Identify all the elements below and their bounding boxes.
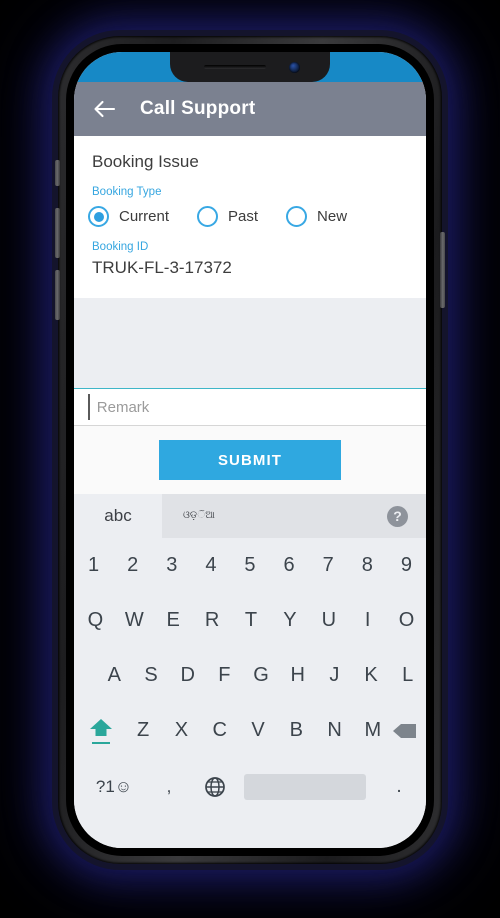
key-d[interactable]: D <box>169 664 206 687</box>
radio-label-past: Past <box>228 208 259 225</box>
keyboard-tab-odia-line1: ଓଡ଼ <box>183 509 198 521</box>
support-form: Booking Issue Booking Type Current Past … <box>74 136 426 298</box>
keyboard-row-top: Q W E R T Y U I O <box>74 593 426 648</box>
period-key[interactable]: . <box>372 776 426 798</box>
radio-option-current[interactable]: Current <box>88 206 169 227</box>
key-z[interactable]: Z <box>124 719 162 742</box>
key-5[interactable]: 5 <box>230 554 269 577</box>
on-screen-keyboard: abc ଓଡ଼ ିଆ ? 1 2 3 4 5 6 7 8 9 Q W E R T… <box>74 494 426 848</box>
key-k[interactable]: K <box>353 664 390 687</box>
submit-button[interactable]: SUBMIT <box>159 440 341 480</box>
key-3[interactable]: 3 <box>152 554 191 577</box>
radio-option-past[interactable]: Past <box>197 206 258 227</box>
key-w[interactable]: W <box>115 609 154 632</box>
key-i[interactable]: I <box>348 609 387 632</box>
key-b[interactable]: B <box>277 719 315 742</box>
submit-area: SUBMIT <box>74 426 426 494</box>
back-arrow-icon[interactable] <box>92 96 118 122</box>
power-button[interactable] <box>440 232 445 308</box>
booking-id-value: TRUK-FL-3-17372 <box>92 258 232 277</box>
key-h[interactable]: H <box>279 664 316 687</box>
key-x[interactable]: X <box>162 719 200 742</box>
radio-icon-current[interactable] <box>88 206 109 227</box>
key-4[interactable]: 4 <box>191 554 230 577</box>
space-key[interactable] <box>244 774 366 800</box>
page-title: Call Support <box>140 98 256 119</box>
radio-icon-past[interactable] <box>197 206 219 227</box>
key-e[interactable]: E <box>154 609 193 632</box>
keyboard-tab-odia[interactable]: ଓଡ଼ ିଆ <box>162 494 236 538</box>
silent-switch[interactable] <box>55 160 60 186</box>
booking-type-label: Booking Type <box>92 186 162 198</box>
backspace-icon[interactable] <box>392 721 426 741</box>
symbols-key[interactable]: ?1☺ <box>74 777 146 797</box>
radio-label-current: Current <box>119 208 170 225</box>
key-y[interactable]: Y <box>270 609 309 632</box>
key-o[interactable]: O <box>387 609 426 632</box>
key-n[interactable]: N <box>315 719 353 742</box>
comma-key[interactable]: , <box>146 777 192 797</box>
radio-label-new: New <box>317 208 348 225</box>
keyboard-toolbar: abc ଓଡ଼ ିଆ ? <box>74 494 426 538</box>
key-a[interactable]: A <box>96 664 133 687</box>
keyboard-row-function: ?1☺ , . <box>74 758 426 816</box>
globe-language-icon[interactable] <box>192 776 238 798</box>
shift-caps-icon[interactable] <box>78 717 124 745</box>
key-s[interactable]: S <box>133 664 170 687</box>
keyboard-row-numbers: 1 2 3 4 5 6 7 8 9 <box>74 538 426 593</box>
key-7[interactable]: 7 <box>309 554 348 577</box>
key-8[interactable]: 8 <box>348 554 387 577</box>
screenshot-root: Call Support Booking Issue Booking Type … <box>0 0 500 918</box>
section-title: Booking Issue <box>92 152 199 171</box>
key-c[interactable]: C <box>201 719 239 742</box>
remark-placeholder: Remark <box>96 398 150 416</box>
caps-lock-bar <box>92 741 110 745</box>
key-g[interactable]: G <box>243 664 280 687</box>
key-1[interactable]: 1 <box>74 554 113 577</box>
key-l[interactable]: L <box>389 664 426 687</box>
key-v[interactable]: V <box>239 719 277 742</box>
key-f[interactable]: F <box>206 664 243 687</box>
front-camera-icon <box>289 62 300 73</box>
radio-option-new[interactable]: New <box>286 206 347 227</box>
keyboard-row-bottom: Z X C V B N M <box>74 703 426 758</box>
booking-id-label: Booking ID <box>92 241 149 253</box>
keyboard-tab-odia-line2: ିଆ <box>197 509 215 521</box>
earpiece-speaker-icon <box>204 65 266 69</box>
radio-icon-new[interactable] <box>286 206 308 227</box>
volume-up-button[interactable] <box>55 208 60 258</box>
phone-screen: Call Support Booking Issue Booking Type … <box>74 52 426 848</box>
notch <box>170 52 330 82</box>
key-m[interactable]: M <box>354 719 392 742</box>
key-r[interactable]: R <box>193 609 232 632</box>
booking-type-radio-group: Current Past New <box>74 198 426 229</box>
app-bar: Call Support <box>74 82 426 136</box>
key-9[interactable]: 9 <box>387 554 426 577</box>
key-q[interactable]: Q <box>76 609 115 632</box>
help-icon[interactable]: ? <box>387 505 408 527</box>
key-2[interactable]: 2 <box>113 554 152 577</box>
text-caret <box>88 394 90 420</box>
remark-input[interactable]: Remark <box>74 388 426 426</box>
key-j[interactable]: J <box>316 664 353 687</box>
keyboard-tab-latin[interactable]: abc <box>74 494 162 538</box>
key-6[interactable]: 6 <box>270 554 309 577</box>
key-u[interactable]: U <box>309 609 348 632</box>
keyboard-row-home: A S D F G H J K L <box>74 648 426 703</box>
key-t[interactable]: T <box>232 609 271 632</box>
volume-down-button[interactable] <box>55 270 60 320</box>
